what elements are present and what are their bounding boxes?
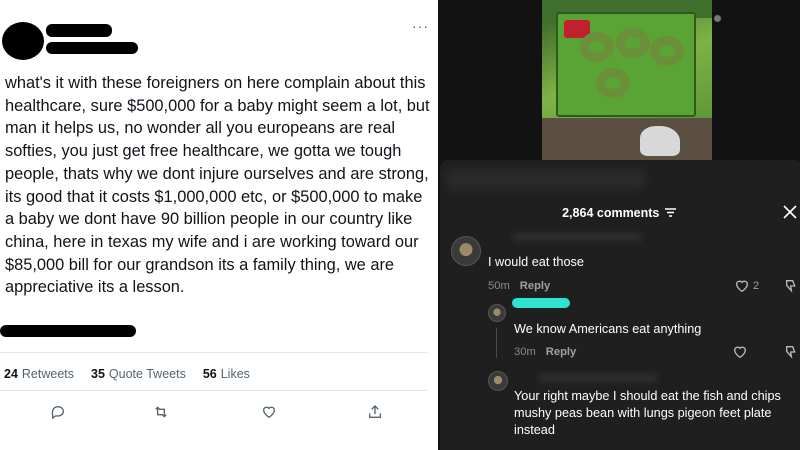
divider [0,352,428,353]
comment-count: 2,864 comments [438,206,800,220]
comment-time: 30m [514,346,536,358]
comments-screenshot: 2,864 comments I would eat those 50m Repl… [438,0,800,450]
divider [0,390,428,391]
reply-icon[interactable] [47,401,69,423]
comment-time: 50m [488,280,510,292]
thread-line [496,328,497,358]
share-icon[interactable] [364,401,386,423]
like-count: 2 [753,280,760,292]
redacted-username [512,298,570,308]
retweet-icon[interactable] [150,401,172,423]
blurred-caption [446,168,646,190]
comment-text: I would eat those [488,255,584,269]
reply-button[interactable]: Reply [520,280,550,292]
like-icon[interactable] [258,401,280,423]
more-options-icon[interactable]: ··· [412,18,429,34]
progress-dot-icon [714,15,721,22]
redacted-avatar [2,22,44,60]
blurred-username [538,373,658,383]
tweet-card: ··· what's it with these foreigners on h… [0,0,438,450]
retweets-stat[interactable]: 24 Retweets [4,367,74,381]
avatar[interactable] [451,236,481,266]
filter-icon[interactable] [664,208,676,217]
redacted-username [46,42,138,54]
comment-meta: 30m Reply [514,346,576,358]
comment-text: Your right maybe I should eat the fish a… [514,389,781,437]
avatar[interactable] [488,371,508,391]
avatar[interactable] [488,304,506,322]
dislike-icon[interactable] [782,344,798,360]
product-photo [542,0,712,160]
likes-stat[interactable]: 56 Likes [203,367,250,381]
close-icon[interactable] [782,204,798,220]
comment-text: We know Americans eat anything [514,322,702,336]
redacted-timestamp [0,325,136,337]
comment-meta: 50m Reply [488,280,550,292]
tweet-actions [0,401,428,423]
reply-button[interactable]: Reply [546,346,576,358]
blurred-username [512,232,642,242]
redacted-display-name [46,24,112,37]
quote-tweets-stat[interactable]: 35 Quote Tweets [91,367,186,381]
tweet-text: what's it with these foreigners on here … [5,74,430,297]
tweet-stats: 24 Retweets 35 Quote Tweets 56 Likes [4,367,267,381]
like-icon[interactable] [732,344,748,360]
dislike-icon[interactable] [782,278,798,294]
like-icon[interactable] [734,278,750,294]
